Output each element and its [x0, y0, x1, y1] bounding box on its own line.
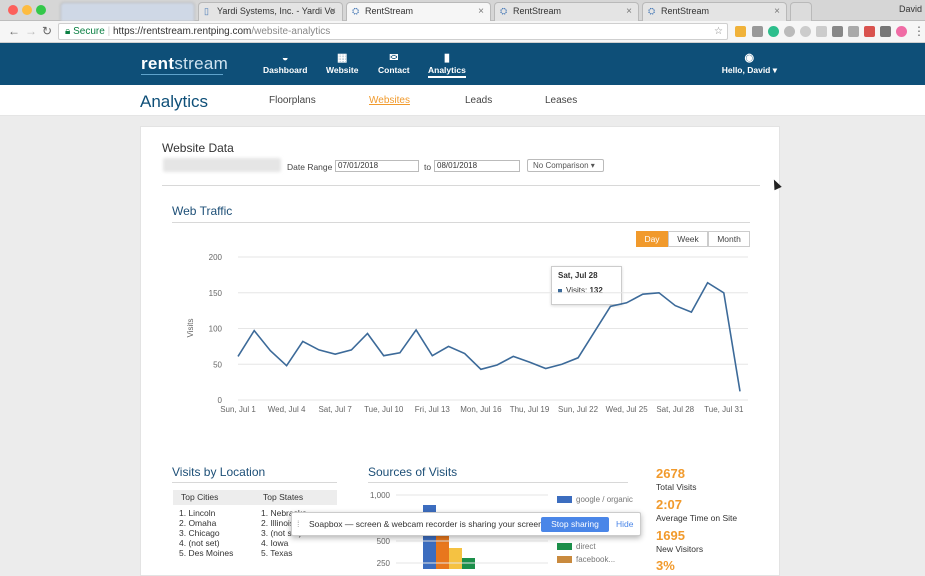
x-tick-label: Tue, Jul 10 [364, 405, 404, 414]
web-traffic-chart: 0 50 100 150 200 Sun, Jul 1 Wed, Jul 4 Sat, Ju… [186, 253, 748, 569]
x-tick-label: Sun, Jul 22 [558, 405, 599, 414]
hide-button[interactable]: Hide [616, 519, 633, 529]
y-tick-label: 50 [213, 360, 222, 369]
x-tick-label: Sat, Jul 28 [656, 405, 694, 414]
y-axis-label: Visits [186, 319, 195, 338]
x-tick-label: Sat, Jul 7 [318, 405, 352, 414]
y-tick-label: 200 [209, 253, 223, 262]
x-tick-label: Mon, Jul 16 [460, 405, 502, 414]
stop-sharing-button[interactable]: Stop sharing [541, 517, 609, 532]
x-tick-label: Fri, Jul 13 [415, 405, 451, 414]
x-tick-label: Tue, Jul 31 [704, 405, 744, 414]
x-tick-label: Thu, Jul 19 [510, 405, 550, 414]
y-tick-label: 100 [209, 325, 223, 334]
drag-handle-icon[interactable]: ⁞ [297, 519, 300, 529]
x-tick-label: Wed, Jul 4 [268, 405, 306, 414]
y-tick-label: 0 [218, 396, 223, 405]
x-tick-label: Sun, Jul 1 [220, 405, 256, 414]
bar-y-tick-label: 500 [377, 537, 391, 546]
source-bar[interactable] [449, 548, 462, 569]
bar-y-tick-label: 1,000 [370, 491, 391, 500]
soapbox-sharing-banner: ⁞ Soapbox — screen & webcam recorder is … [291, 512, 641, 536]
series-line [237, 281, 741, 392]
soapbox-message: Soapbox — screen & webcam recorder is sh… [309, 519, 546, 529]
y-tick-label: 150 [209, 289, 223, 298]
x-tick-label: Wed, Jul 25 [606, 405, 649, 414]
bar-y-tick-label: 250 [377, 559, 391, 568]
